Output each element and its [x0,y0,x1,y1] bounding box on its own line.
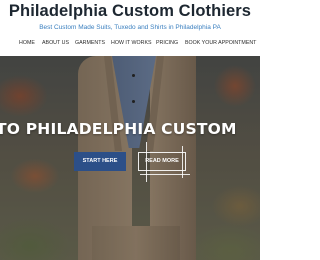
site-tagline: Best Custom Made Suits, Tuxedo and Shirt… [39,24,221,31]
hero-headline: TO PHILADELPHIA CUSTOM [0,120,237,138]
hero-banner: TO PHILADELPHIA CUSTOM START HERE READ M… [0,56,260,260]
nav-item-about-us[interactable]: ABOUT US [42,40,69,46]
nav-item-book-appointment[interactable]: BOOK YOUR APPOINTMENT [185,40,256,46]
site-title[interactable]: Philadelphia Custom Clothiers [0,2,260,21]
nav-item-garments[interactable]: GARMENTS [75,40,105,46]
start-here-button[interactable]: START HERE [74,152,126,171]
decorative-line [146,142,147,182]
main-nav: HOME ABOUT US GARMENTS HOW IT WORKS PRIC… [0,40,260,50]
hero-overlay [0,56,260,260]
nav-item-pricing[interactable]: PRICING [156,40,178,46]
nav-item-how-it-works[interactable]: HOW IT WORKS [111,40,152,46]
nav-item-home[interactable]: HOME [19,40,35,46]
decorative-line [140,174,190,175]
site-header: Philadelphia Custom Clothiers Best Custo… [0,0,260,56]
